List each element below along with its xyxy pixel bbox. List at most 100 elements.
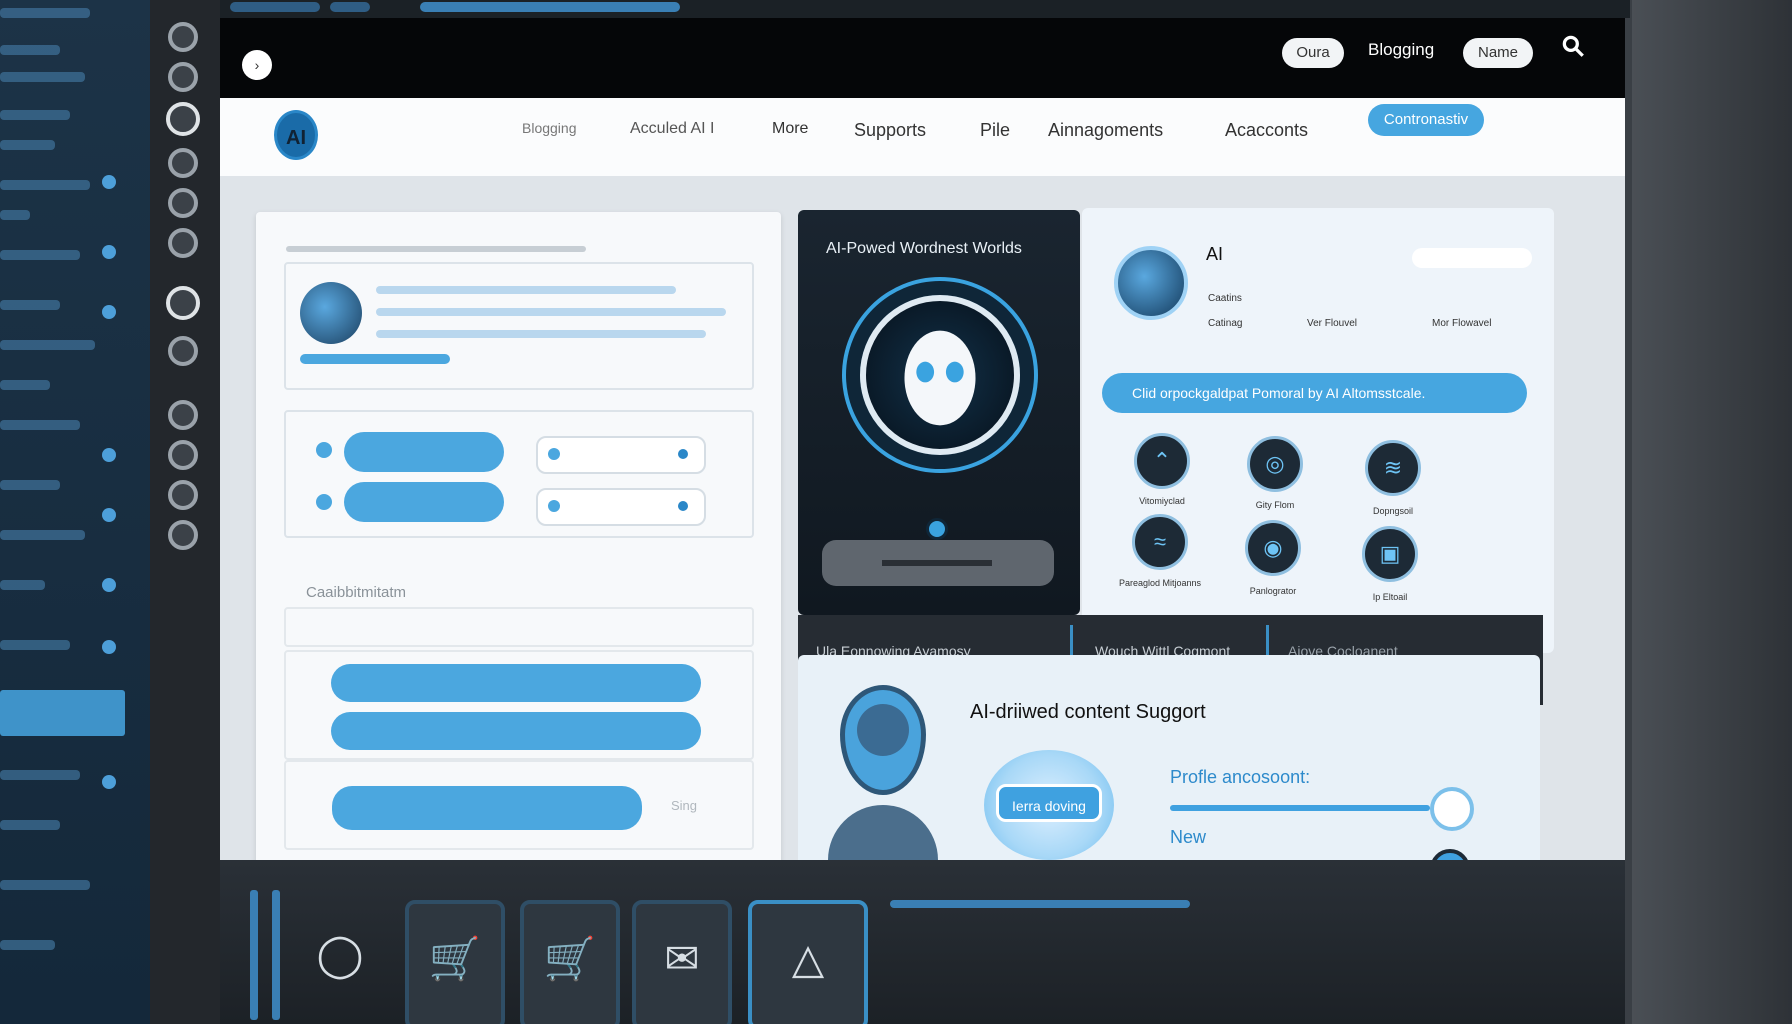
avatar-face [857, 704, 909, 756]
feature-label: Ip Eltoail [1372, 592, 1408, 602]
robot-face-icon [904, 330, 976, 426]
nav-item-pile[interactable]: Pile [980, 120, 1010, 141]
support-title: AI-driiwed content Suggort [970, 701, 1206, 723]
compass-icon[interactable]: ◉ [1245, 520, 1301, 576]
top-pill-button[interactable]: Oura [1282, 38, 1344, 68]
profile-input[interactable] [1412, 248, 1532, 268]
sidebar-row[interactable] [0, 940, 55, 950]
rail-icon[interactable] [168, 336, 198, 366]
profile-card: AI Caatins Catinag Ver Flouvel Mor Flowa… [1082, 208, 1554, 653]
progress-bar [300, 354, 450, 364]
nav-item-supports[interactable]: Supports [854, 120, 926, 141]
address-bar[interactable] [420, 2, 680, 12]
sidebar-row[interactable] [0, 180, 90, 190]
dock-bar [272, 890, 280, 1020]
sidebar-row[interactable] [0, 72, 85, 82]
chevron-right-icon[interactable]: › [242, 50, 272, 80]
sidebar-row[interactable] [0, 250, 80, 260]
sidebar-row[interactable] [0, 110, 70, 120]
sidebar-row[interactable] [0, 580, 45, 590]
triangle-icon[interactable]: △ [748, 900, 868, 1024]
wifi-icon[interactable]: ≋ [1365, 440, 1421, 496]
top-link[interactable]: Blogging [1368, 40, 1434, 60]
toggle-group [284, 410, 754, 538]
rail-icon[interactable] [168, 148, 198, 178]
rail-icon[interactable] [168, 22, 198, 52]
sidebar-row[interactable] [0, 380, 50, 390]
sidebar-row[interactable] [0, 210, 30, 220]
landscape-icon[interactable]: ⌃ [1134, 433, 1190, 489]
sidebar-row[interactable] [0, 530, 85, 540]
rail-icon[interactable] [168, 520, 198, 550]
left-sidebar [0, 0, 150, 1024]
rail-icon[interactable] [168, 480, 198, 510]
monitor-icon[interactable]: ▣ [1362, 526, 1418, 582]
list-item[interactable] [331, 712, 701, 750]
nav-item-acacconts[interactable]: Acacconts [1225, 120, 1308, 141]
support-card: AI-driiwed content Suggort Ierra doving … [798, 655, 1540, 889]
option-button[interactable] [344, 482, 504, 522]
ai-input-bar[interactable] [822, 540, 1054, 586]
ai-card-title: AI-Powed Wordnest Worlds [826, 240, 1022, 257]
toggle-dot [678, 501, 688, 511]
layers-icon[interactable]: ≈ [1132, 514, 1188, 570]
chat-bubble-icon[interactable]: Ierra doving [984, 750, 1114, 860]
sidebar-row[interactable] [0, 8, 90, 18]
toggle-field[interactable] [536, 488, 706, 526]
sidebar-row[interactable] [0, 45, 60, 55]
sidebar-row[interactable] [0, 770, 80, 780]
rail-icon[interactable] [168, 188, 198, 218]
sidebar-row[interactable] [0, 820, 60, 830]
rail-icon[interactable] [168, 400, 198, 430]
rail-icon[interactable] [166, 286, 200, 320]
rail-icon[interactable] [168, 228, 198, 258]
cart-icon[interactable]: 🛒 [520, 900, 620, 1024]
main-nav: AI Blogging Acculed AI I More Supports P… [220, 98, 1625, 176]
cta-button[interactable]: Contronastiv [1368, 104, 1484, 136]
sidebar-row[interactable] [0, 420, 80, 430]
browser-tab[interactable] [330, 2, 370, 12]
name-button[interactable]: Name [1463, 38, 1533, 68]
sidebar-row[interactable] [0, 480, 60, 490]
cart-icon[interactable]: 🛒 [405, 900, 505, 1024]
nav-item-accelerated-ai[interactable]: Acculed AI I [630, 120, 715, 138]
profile-banner[interactable]: Clid orpockgaldpat Pomoral by AI Altomss… [1102, 373, 1527, 413]
slider-thumb[interactable] [1430, 787, 1474, 831]
slider-label: New [1170, 827, 1207, 847]
status-dot [102, 508, 116, 522]
rail-icon[interactable] [166, 102, 200, 136]
panel-heading [286, 246, 586, 252]
radio-dot[interactable] [316, 494, 332, 510]
browser-tab[interactable] [230, 2, 320, 12]
sidebar-row[interactable] [0, 340, 95, 350]
feature-label: Panlogrator [1249, 586, 1297, 596]
breadcrumb[interactable] [292, 58, 622, 70]
left-panel: Caaibbitmitatm Sing [256, 212, 781, 872]
rail-icon[interactable] [168, 440, 198, 470]
option-button[interactable] [344, 432, 504, 472]
mail-icon[interactable]: ✉ [632, 900, 732, 1024]
monitor-bezel [1632, 0, 1792, 1024]
avatar [300, 282, 362, 344]
sidebar-row[interactable] [0, 640, 70, 650]
list-item[interactable] [331, 664, 701, 702]
nav-item-blogging[interactable]: Blogging [522, 120, 577, 136]
sidebar-row[interactable] [0, 140, 55, 150]
nav-item-ainnagoments[interactable]: Ainnagoments [1048, 120, 1163, 141]
sidebar-item-active[interactable] [0, 690, 125, 736]
profile-field-label: Caatins [1208, 293, 1242, 304]
sidebar-row[interactable] [0, 880, 90, 890]
logo[interactable]: AI [274, 110, 318, 160]
sidebar-row[interactable] [0, 300, 60, 310]
slider-track[interactable] [1170, 805, 1430, 811]
radio-dot[interactable] [316, 442, 332, 458]
rail-icon[interactable] [168, 62, 198, 92]
search-icon[interactable] [1560, 33, 1586, 59]
record-icon[interactable]: ◯ [290, 900, 390, 1024]
ai-indicator[interactable] [926, 518, 948, 540]
primary-action-button[interactable] [332, 786, 642, 830]
nav-item-more[interactable]: More [772, 120, 808, 138]
target-icon[interactable]: ◎ [1247, 436, 1303, 492]
toggle-field[interactable] [536, 436, 706, 474]
dock-track [890, 900, 1190, 908]
